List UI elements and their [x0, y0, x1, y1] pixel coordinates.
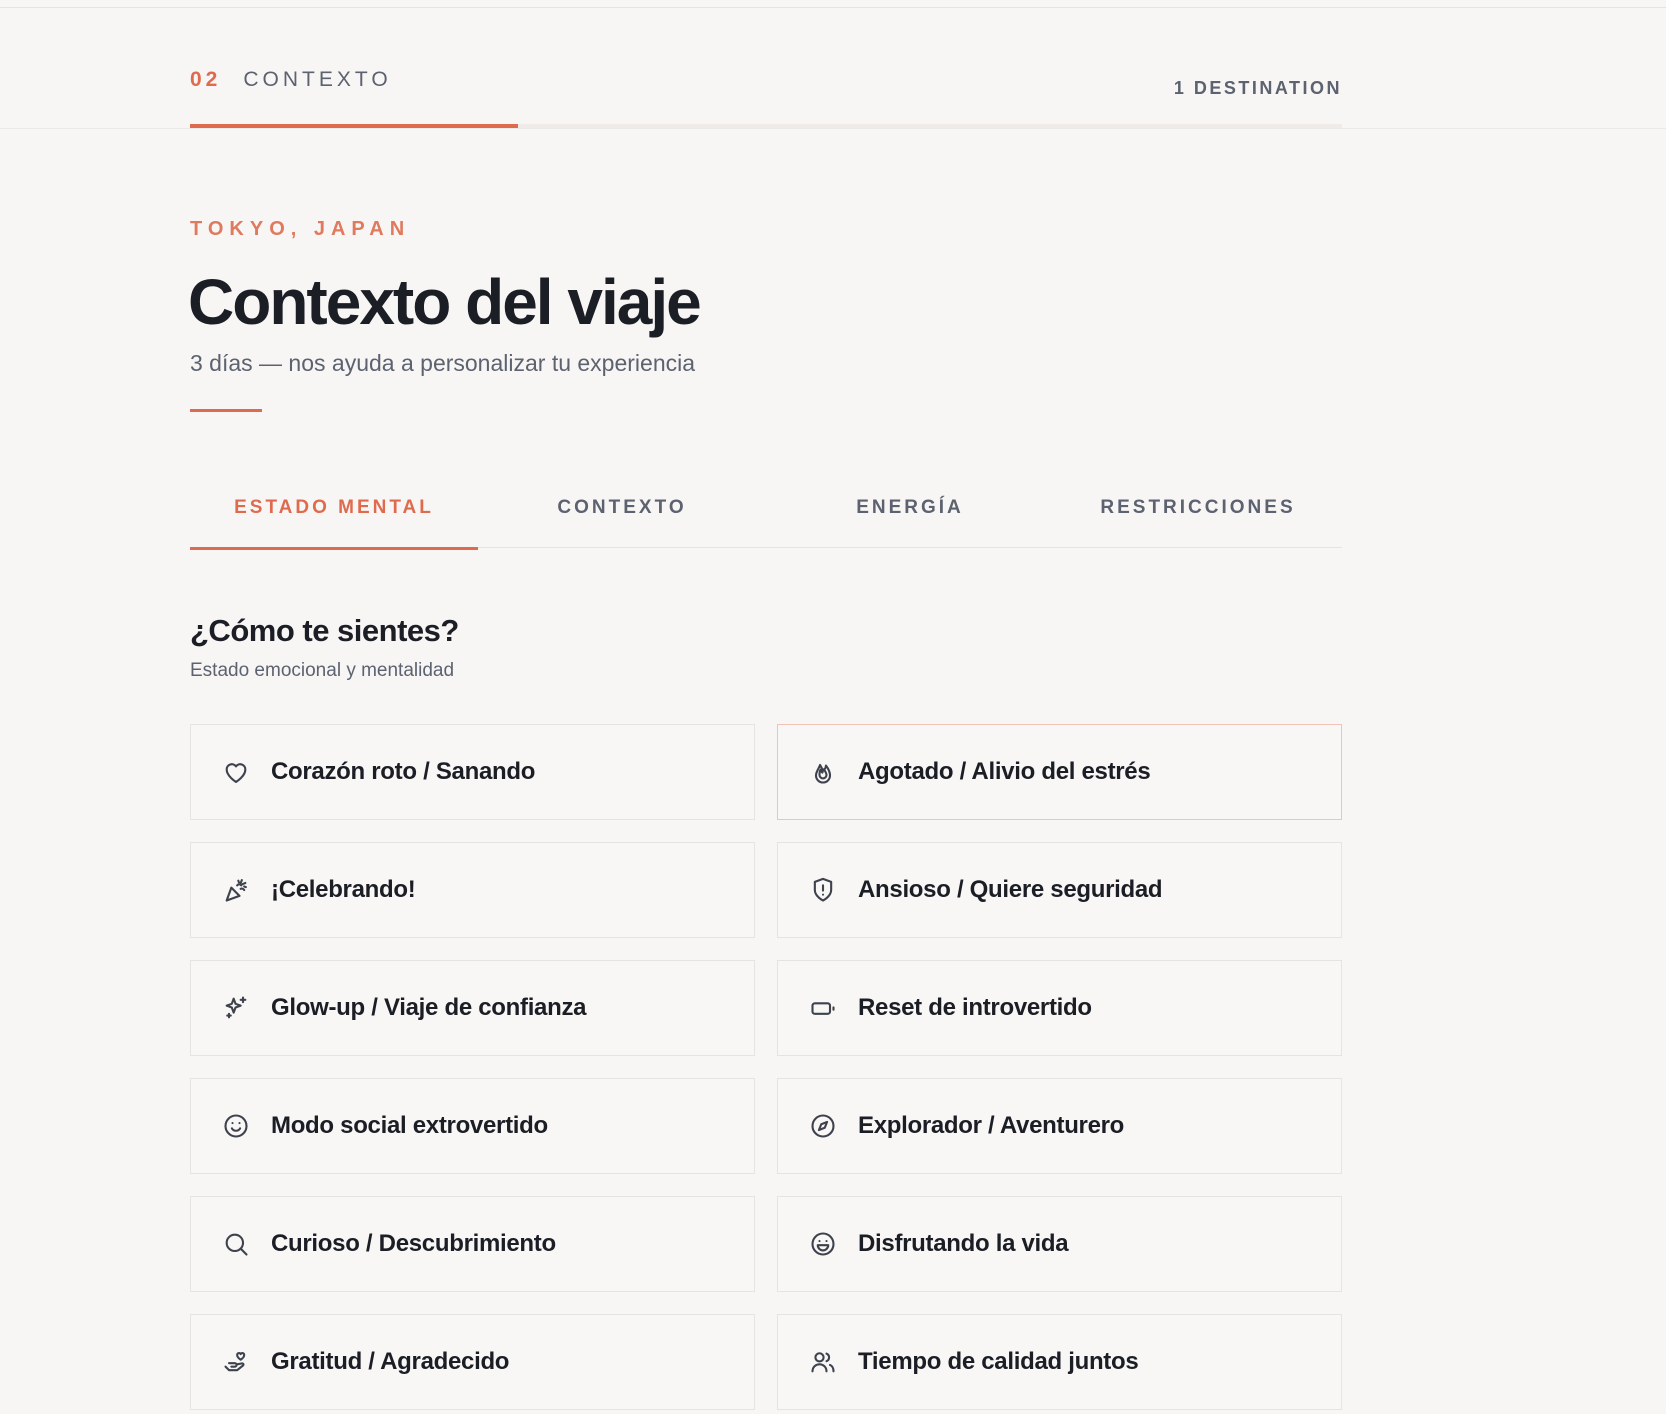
- shield-alert-icon: [808, 875, 838, 905]
- option-disfrutando[interactable]: Disfrutando la vida: [777, 1196, 1342, 1292]
- flame-icon: [808, 757, 838, 787]
- users-icon: [808, 1347, 838, 1377]
- step-name: CONTEXTO: [243, 68, 392, 91]
- option-label: Gratitud / Agradecido: [271, 1348, 510, 1375]
- option-corazon-roto[interactable]: Corazón roto / Sanando: [190, 724, 755, 820]
- option-ansioso[interactable]: Ansioso / Quiere seguridad: [777, 842, 1342, 938]
- party-popper-icon: [221, 875, 251, 905]
- option-tiempo-calidad[interactable]: Tiempo de calidad juntos: [777, 1314, 1342, 1410]
- option-label: Disfrutando la vida: [858, 1230, 1069, 1257]
- destination-city: TOKYO, JAPAN: [190, 218, 411, 240]
- laugh-icon: [808, 1229, 838, 1259]
- sparkles-icon: [221, 993, 251, 1023]
- battery-low-icon: [808, 993, 838, 1023]
- tab-energia[interactable]: ENERGÍA: [766, 475, 1054, 548]
- progress-bar: [190, 124, 518, 128]
- option-label: Reset de introvertido: [858, 994, 1092, 1021]
- option-celebrando[interactable]: ¡Celebrando!: [190, 842, 755, 938]
- step-header: 02 CONTEXTO 1 DESTINATION: [0, 8, 1666, 129]
- option-agotado[interactable]: Agotado / Alivio del estrés: [777, 724, 1342, 820]
- page-subtitle: 3 días — nos ayuda a personalizar tu exp…: [190, 350, 696, 376]
- tab-restricciones[interactable]: RESTRICCIONES: [1054, 475, 1342, 548]
- search-icon: [221, 1229, 251, 1259]
- option-label: Ansioso / Quiere seguridad: [858, 876, 1163, 903]
- compass-icon: [808, 1111, 838, 1141]
- option-label: Curioso / Descubrimiento: [271, 1230, 556, 1257]
- question-subtitle: Estado emocional y mentalidad: [190, 660, 455, 681]
- option-introvertido[interactable]: Reset de introvertido: [777, 960, 1342, 1056]
- option-label: Modo social extrovertido: [271, 1112, 548, 1139]
- question-title: ¿Cómo te sientes?: [190, 613, 459, 648]
- smile-icon: [221, 1111, 251, 1141]
- title-accent-rule: [190, 409, 262, 412]
- mood-options-grid: Corazón roto / Sanando Agotado / Alivio …: [190, 724, 1342, 1410]
- option-gratitud[interactable]: Gratitud / Agradecido: [190, 1314, 755, 1410]
- hand-heart-icon: [221, 1347, 251, 1377]
- context-tabs: ESTADO MENTAL CONTEXTO ENERGÍA RESTRICCI…: [190, 475, 1342, 550]
- option-glow-up[interactable]: Glow-up / Viaje de confianza: [190, 960, 755, 1056]
- step-number: 02: [190, 68, 222, 91]
- option-curioso[interactable]: Curioso / Descubrimiento: [190, 1196, 755, 1292]
- page-title: Contexto del viaje: [188, 266, 702, 338]
- option-extrovertido[interactable]: Modo social extrovertido: [190, 1078, 755, 1174]
- tab-estado-mental[interactable]: ESTADO MENTAL: [190, 475, 478, 550]
- option-label: ¡Celebrando!: [271, 876, 416, 903]
- step-indicator: 02 CONTEXTO: [190, 68, 392, 92]
- destination-count: 1 DESTINATION: [1173, 78, 1342, 98]
- option-label: Agotado / Alivio del estrés: [858, 758, 1151, 785]
- heart-icon: [221, 757, 251, 787]
- option-explorador[interactable]: Explorador / Aventurero: [777, 1078, 1342, 1174]
- tab-contexto[interactable]: CONTEXTO: [478, 475, 766, 548]
- option-label: Glow-up / Viaje de confianza: [271, 994, 587, 1021]
- option-label: Corazón roto / Sanando: [271, 758, 536, 785]
- option-label: Explorador / Aventurero: [858, 1112, 1125, 1139]
- option-label: Tiempo de calidad juntos: [858, 1348, 1139, 1375]
